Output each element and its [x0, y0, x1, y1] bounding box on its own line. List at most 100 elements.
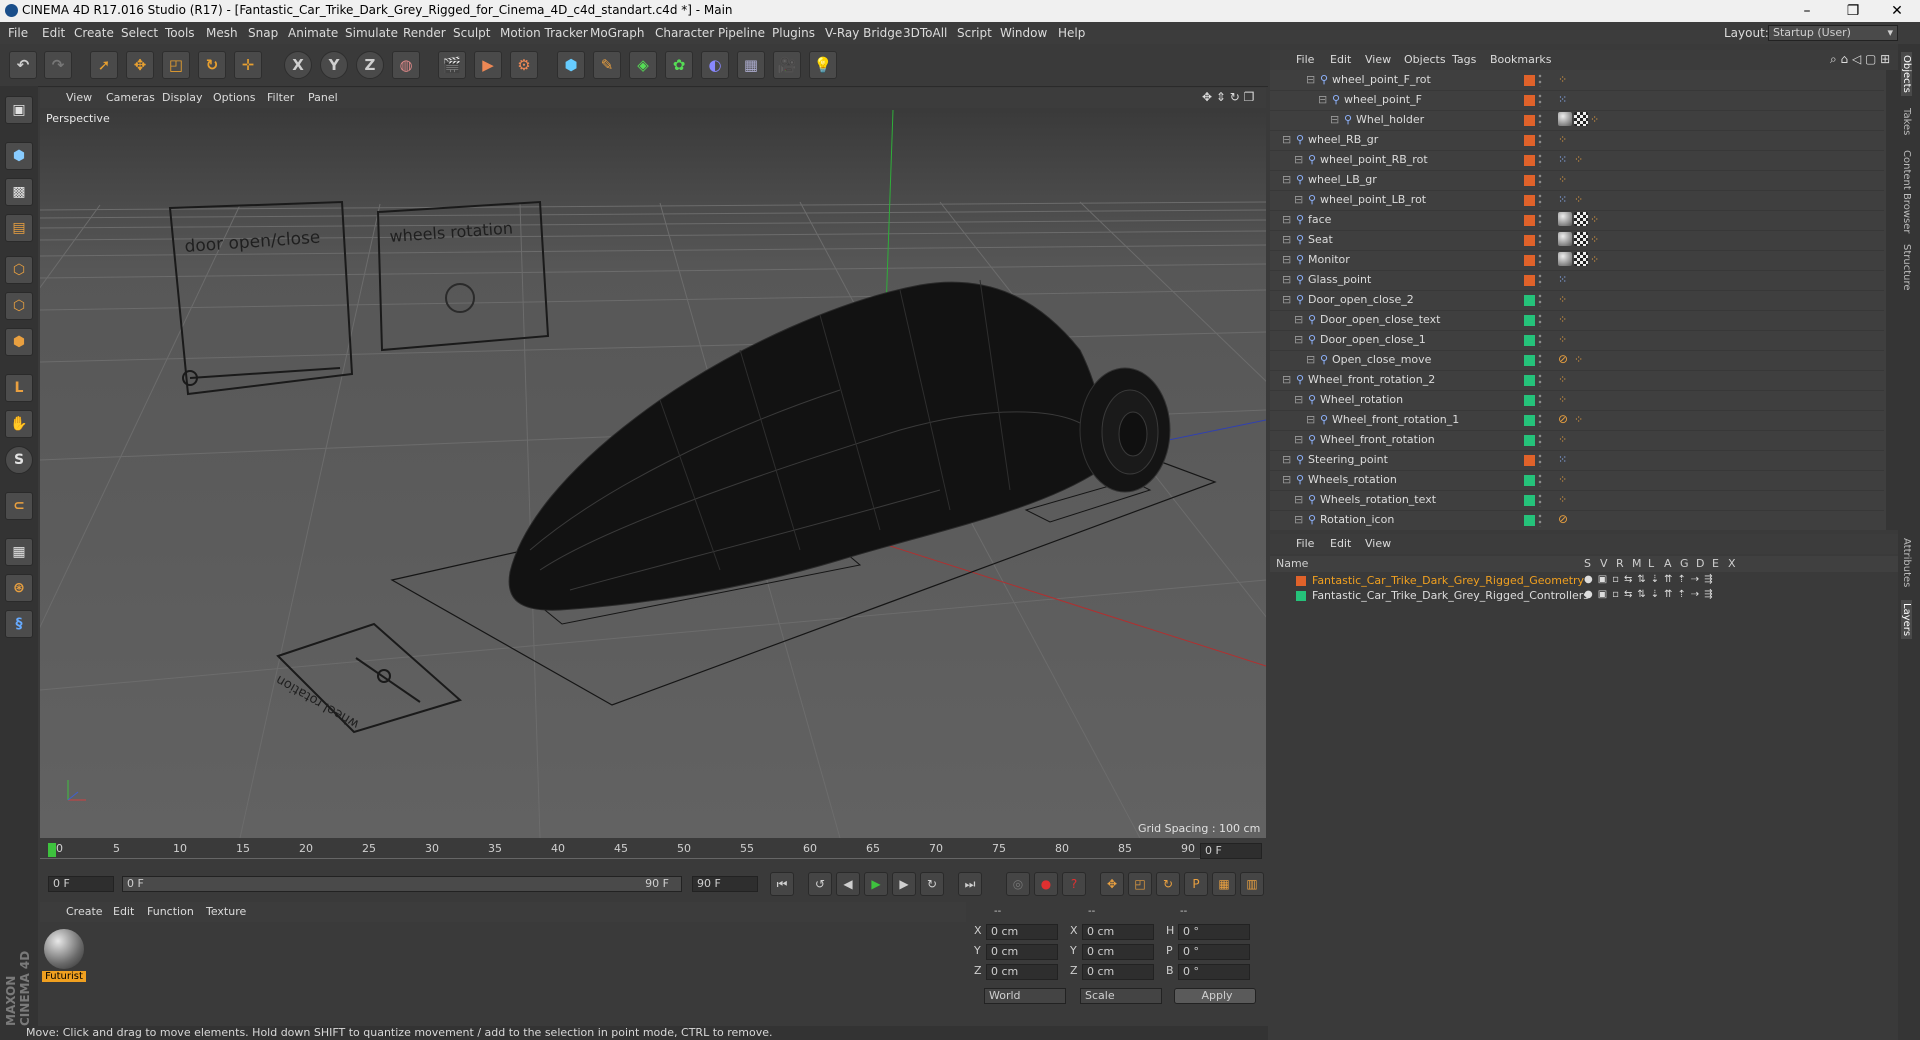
menu-tools[interactable]: Tools [165, 26, 195, 40]
xpresso-tag-icon[interactable]: ⁙ [1558, 272, 1572, 286]
object-row[interactable]: ⊟ ⚲ Door_open_close_2 ⁘ [1270, 290, 1884, 311]
layer-color-swatch[interactable] [1524, 515, 1535, 526]
expand-toggle-icon[interactable]: ⊟ [1294, 393, 1303, 406]
xpresso-tag-icon[interactable]: ⁙ [1558, 92, 1572, 106]
texture-tag-icon[interactable] [1574, 232, 1588, 246]
tab-takes[interactable]: Takes [1901, 108, 1912, 135]
menu-window[interactable]: Window [1000, 26, 1047, 40]
layer-color-swatch[interactable] [1524, 235, 1535, 246]
make-editable-button[interactable]: ▣ [5, 96, 33, 124]
layer-name[interactable]: Fantastic_Car_Trike_Dark_Grey_Rigged_Con… [1312, 589, 1589, 602]
layer-color-swatch[interactable] [1524, 195, 1535, 206]
expand-toggle-icon[interactable]: ⊟ [1306, 73, 1315, 86]
visibility-dots-icon[interactable] [1538, 73, 1542, 87]
layer-name[interactable]: Fantastic_Car_Trike_Dark_Grey_Rigged_Geo… [1312, 574, 1584, 587]
points-mode-button[interactable]: ⬡ [5, 256, 33, 284]
object-row[interactable]: ⊟ ⚲ face ⁘ [1270, 210, 1884, 231]
select-tool-button[interactable]: ➚ [90, 51, 118, 79]
layer-color-swatch[interactable] [1524, 495, 1535, 506]
position-z-field[interactable]: 0 cm [986, 964, 1058, 980]
layer-color-swatch[interactable] [1524, 275, 1535, 286]
rotation-p-field[interactable]: 0 ° [1178, 944, 1250, 960]
render-picture-viewer-button[interactable]: ▶ [474, 51, 502, 79]
y-axis-button[interactable]: Y [320, 51, 348, 79]
position-x-field[interactable]: 0 cm [986, 924, 1058, 940]
range-slider[interactable]: 0 F 90 F [122, 876, 682, 892]
timeline-ruler[interactable]: 0 5 10 15 20 25 30 35 40 45 50 55 60 65 … [40, 840, 1266, 866]
object-row[interactable]: ⊟ ⚲ Door_open_close_text ⁘ [1270, 310, 1884, 331]
object-name[interactable]: Glass_point [1308, 273, 1371, 286]
layer-color-swatch[interactable] [1296, 591, 1306, 601]
expand-toggle-icon[interactable]: ⊟ [1306, 413, 1315, 426]
object-row[interactable]: ⊟ ⚲ Wheel_front_rotation_2 ⁘ [1270, 370, 1884, 391]
orange-dots-tag-icon[interactable]: ⁘ [1590, 252, 1604, 266]
expand-toggle-icon[interactable]: ⊟ [1330, 113, 1339, 126]
visibility-dots-icon[interactable] [1538, 113, 1542, 127]
orange-dots-tag-icon[interactable]: ⁘ [1574, 352, 1588, 366]
object-list-scrollbar[interactable] [1886, 70, 1898, 530]
object-name[interactable]: Rotation_icon [1320, 513, 1394, 526]
undo-button[interactable]: ↶ [9, 51, 37, 79]
render-settings-button[interactable]: ⚙ [510, 51, 538, 79]
xpresso-tag-icon[interactable]: ⁙ [1558, 192, 1572, 206]
layer-color-swatch[interactable] [1524, 295, 1535, 306]
object-name[interactable]: Wheel_front_rotation_1 [1332, 413, 1459, 426]
next-frame-button[interactable]: ▶ [892, 872, 916, 896]
menu-plugins[interactable]: Plugins [772, 26, 815, 40]
menu-mograph[interactable]: MoGraph [590, 26, 645, 40]
protection-tag-icon[interactable]: ⊘ [1558, 352, 1572, 366]
expand-toggle-icon[interactable]: ⊟ [1294, 153, 1303, 166]
material-menu-texture[interactable]: Texture [206, 905, 246, 918]
tab-objects[interactable]: Objects [1901, 52, 1912, 96]
material-tag-icon[interactable] [1558, 232, 1572, 246]
layer-color-swatch[interactable] [1524, 435, 1535, 446]
object-name[interactable]: wheel_RB_gr [1308, 133, 1378, 146]
expand-toggle-icon[interactable]: ⊟ [1282, 213, 1291, 226]
layer-menu-file[interactable]: File [1296, 537, 1314, 550]
visibility-dots-icon[interactable] [1538, 193, 1542, 207]
render-view-button[interactable]: 🎬 [438, 51, 466, 79]
protection-tag-icon[interactable]: ⊘ [1558, 412, 1572, 426]
rotation-h-field[interactable]: 0 ° [1178, 924, 1250, 940]
menu-vray-bridge[interactable]: V-Ray Bridge [825, 26, 902, 40]
layer-menu-edit[interactable]: Edit [1330, 537, 1351, 550]
orange-dots-tag-icon[interactable]: ⁘ [1590, 232, 1604, 246]
model-mode-button[interactable]: ⬢ [5, 142, 33, 170]
visibility-dots-icon[interactable] [1538, 133, 1542, 147]
expand-toggle-icon[interactable]: ⊟ [1294, 433, 1303, 446]
object-row[interactable]: ⊟ ⚲ wheel_point_LB_rot ⁙ ⁘ [1270, 190, 1884, 211]
maximize-button[interactable]: ❐ [1830, 0, 1876, 22]
expand-toggle-icon[interactable]: ⊟ [1282, 233, 1291, 246]
layer-color-swatch[interactable] [1524, 415, 1535, 426]
expand-toggle-icon[interactable]: ⊟ [1306, 353, 1315, 366]
previous-keyframe-button[interactable]: ↺ [808, 872, 832, 896]
object-name[interactable]: Wheel_front_rotation [1320, 433, 1435, 446]
object-row[interactable]: ⊟ ⚲ wheel_point_F ⁙ [1270, 90, 1884, 111]
visibility-dots-icon[interactable] [1538, 473, 1542, 487]
light-button[interactable]: 💡 [809, 51, 837, 79]
menu-3dtoall[interactable]: 3DToAll [903, 26, 947, 40]
visibility-dots-icon[interactable] [1538, 393, 1542, 407]
object-row[interactable]: ⊟ ⚲ Seat ⁘ [1270, 230, 1884, 251]
viewport-menu-view[interactable]: View [66, 91, 92, 104]
motion-path-button[interactable]: ◎ [1006, 872, 1030, 896]
play-button[interactable]: ▶ [864, 872, 888, 896]
object-name[interactable]: Open_close_move [1332, 353, 1431, 366]
layer-color-swatch[interactable] [1524, 395, 1535, 406]
layer-color-swatch[interactable] [1524, 255, 1535, 266]
playhead-marker[interactable] [48, 843, 56, 857]
menu-simulate[interactable]: Simulate [345, 26, 398, 40]
material-menu-create[interactable]: Create [66, 905, 103, 918]
texture-mode-button[interactable]: ▩ [5, 178, 33, 206]
object-name[interactable]: Seat [1308, 233, 1333, 246]
viewport-menu-cameras[interactable]: Cameras [106, 91, 155, 104]
locked-workplane-button[interactable]: ⊛ [5, 574, 33, 602]
material-menu-function[interactable]: Function [147, 905, 194, 918]
move-tool-button[interactable]: ✥ [126, 51, 154, 79]
object-row[interactable]: ⊟ ⚲ Glass_point ⁙ [1270, 270, 1884, 291]
python-icon[interactable]: § [5, 610, 33, 638]
menu-character[interactable]: Character [655, 26, 714, 40]
xpresso-tag-icon[interactable]: ⁙ [1558, 152, 1572, 166]
key-rotation-button[interactable]: ↻ [1156, 872, 1180, 896]
magnet-button[interactable]: ⊂ [5, 492, 33, 520]
